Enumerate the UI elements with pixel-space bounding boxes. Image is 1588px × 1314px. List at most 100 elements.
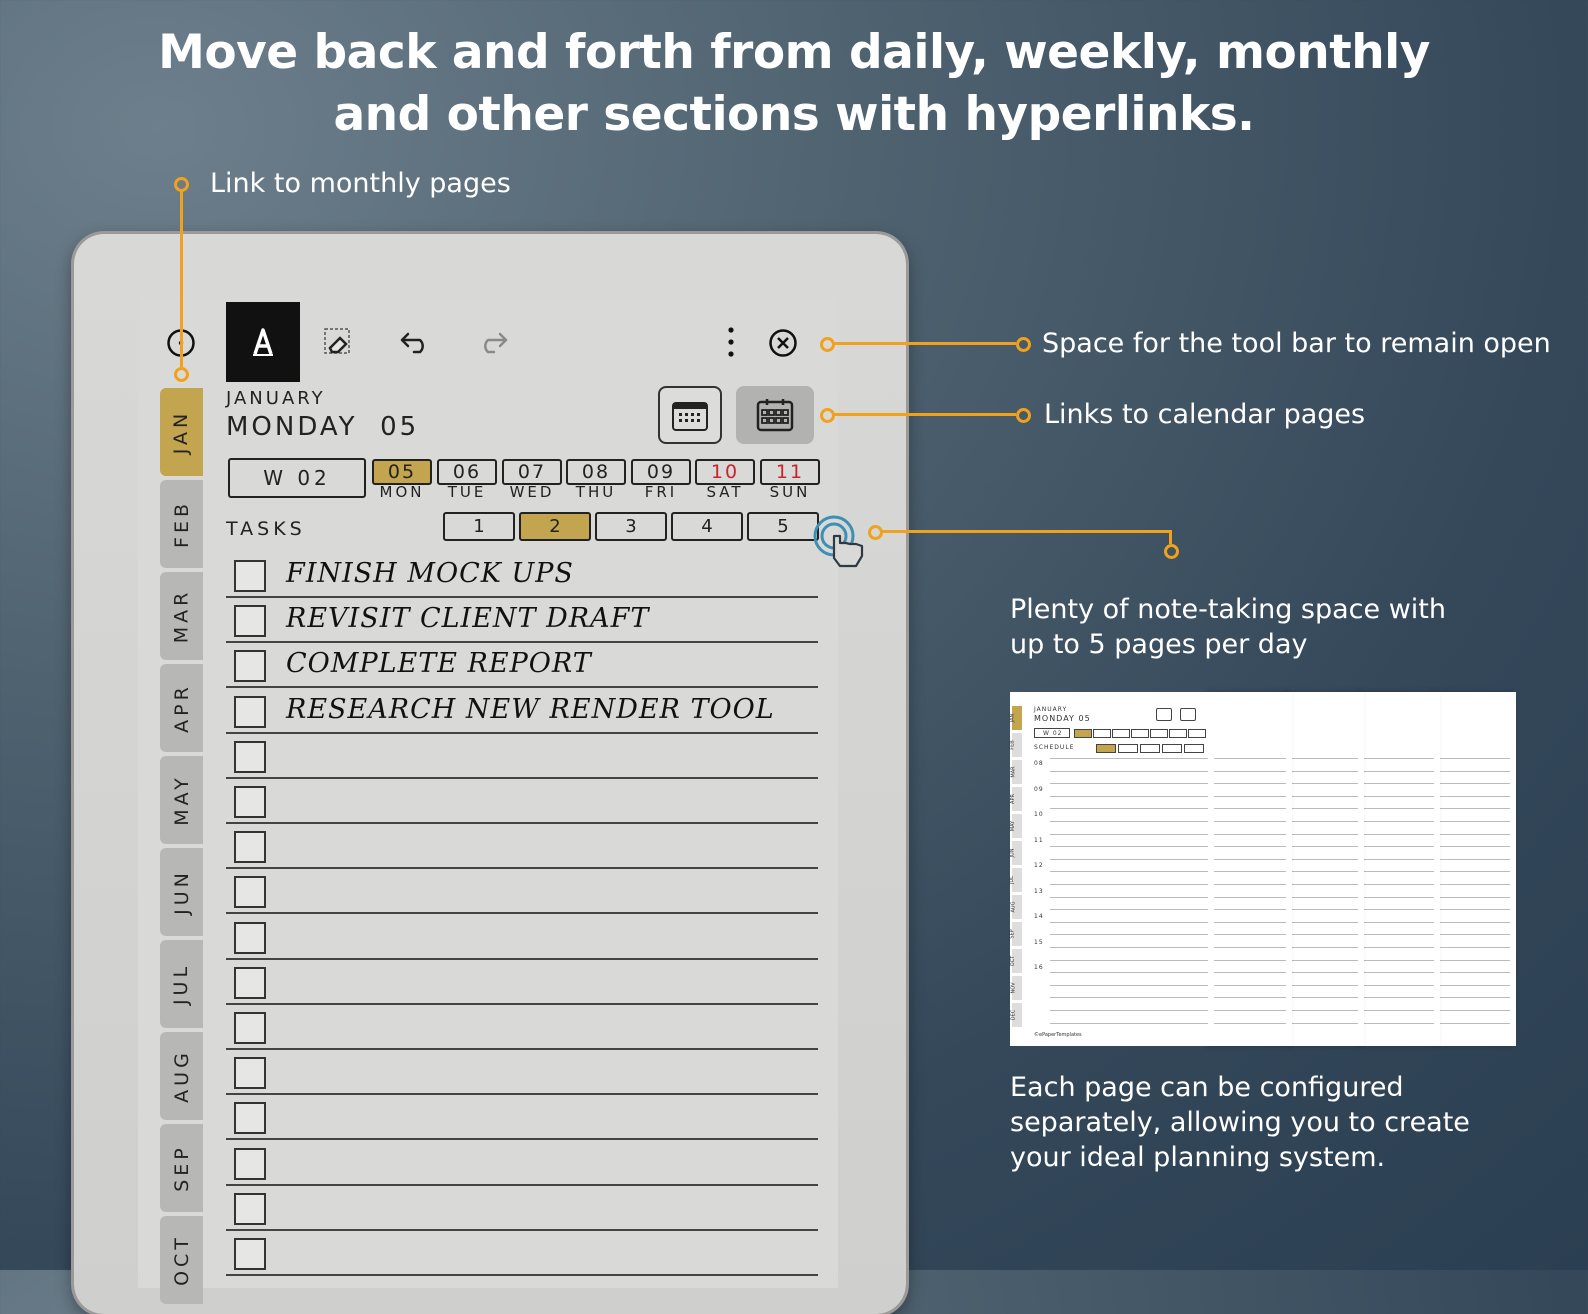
thumb-hour-label: 16: [1034, 964, 1044, 971]
day-box-07[interactable]: 07: [502, 459, 562, 485]
eraser-icon[interactable]: [322, 326, 354, 363]
task-checkbox[interactable]: [234, 966, 266, 999]
thumb-rule-line: [1050, 959, 1208, 961]
thumb-rule-line: [1364, 871, 1434, 873]
task-checkbox[interactable]: [234, 1238, 266, 1270]
month-tab-apr[interactable]: APR: [160, 664, 203, 752]
task-row[interactable]: Research new render tool: [226, 688, 818, 734]
month-tab-aug[interactable]: AUG: [160, 1032, 203, 1120]
task-row[interactable]: Complete report: [226, 642, 818, 689]
task-checkbox[interactable]: [234, 695, 266, 728]
task-row[interactable]: [226, 733, 818, 779]
month-tab-jul[interactable]: JUL: [160, 940, 203, 1028]
weekly-calendar-button[interactable]: [658, 386, 722, 444]
thumb-rule-line: [1364, 934, 1434, 936]
day-box-08[interactable]: 08: [566, 459, 626, 485]
thumb-page-1: JANUARY MONDAY 05 W 02 SCHEDULE ©ePaperT…: [1009, 692, 1214, 1046]
task-checkbox[interactable]: [234, 1057, 266, 1090]
monthly-link-end-dot: [174, 367, 189, 382]
thumb-rule-line: [1440, 972, 1510, 974]
month-tab-feb[interactable]: FEB: [160, 480, 203, 568]
redo-icon[interactable]: [476, 330, 510, 361]
task-row[interactable]: [226, 1004, 818, 1050]
month-tab-oct[interactable]: OCT: [160, 1216, 203, 1304]
task-row[interactable]: [226, 959, 818, 1005]
thumb-hour-label: 12: [1034, 862, 1044, 869]
thumb-rule-line: [1292, 770, 1358, 772]
task-row[interactable]: [226, 1140, 818, 1186]
page-box-1[interactable]: 1: [443, 512, 515, 541]
task-checkbox[interactable]: [234, 650, 266, 683]
thumb-page-3: [1288, 692, 1364, 1046]
task-checkbox[interactable]: [234, 560, 266, 592]
monthly-calendar-button[interactable]: [736, 386, 814, 444]
month-tab-sep[interactable]: SEP: [160, 1124, 203, 1212]
task-row[interactable]: [226, 1049, 818, 1096]
thumb-rule-line: [1214, 846, 1286, 848]
month-tab-mar[interactable]: MAR: [160, 572, 203, 660]
page-box-5[interactable]: 5: [747, 512, 819, 541]
thumb-rule-line: [1050, 909, 1208, 911]
task-row[interactable]: Finish mock ups: [226, 552, 818, 598]
task-row[interactable]: [226, 1094, 818, 1141]
thumb-day-box: [1150, 729, 1168, 738]
day-name-sun: SUN: [769, 483, 811, 501]
task-row[interactable]: [226, 1185, 818, 1231]
callout-toolbar-space: Space for the tool bar to remain open: [1042, 328, 1551, 359]
month-tab-may[interactable]: MAY: [160, 756, 203, 844]
task-checkbox[interactable]: [234, 1102, 266, 1135]
week-link[interactable]: W 02: [228, 458, 366, 498]
day-box-11[interactable]: 11: [760, 459, 820, 485]
task-checkbox[interactable]: [234, 605, 266, 638]
task-row[interactable]: Revisit client draft: [226, 597, 818, 644]
thumb-rule-line: [1364, 984, 1434, 986]
day-box-10[interactable]: 10: [695, 459, 755, 485]
thumb-rule-line: [1214, 808, 1286, 810]
thumb-month-tab: SEP: [1010, 922, 1022, 946]
thumb-rule-line: [1050, 846, 1208, 848]
thumb-rule-line: [1440, 959, 1510, 961]
task-row[interactable]: [226, 823, 818, 870]
headline-line-1: Move back and forth from daily, weekly, …: [158, 25, 1430, 80]
month-tab-jun[interactable]: JUN: [160, 848, 203, 936]
task-checkbox[interactable]: [234, 1012, 266, 1044]
thumb-rule-line: [1050, 997, 1208, 999]
close-icon[interactable]: [768, 328, 798, 363]
day-box-09[interactable]: 09: [631, 459, 691, 485]
task-checkbox[interactable]: [234, 1192, 266, 1225]
month-tab-jan[interactable]: JAN: [160, 388, 203, 476]
task-checkbox[interactable]: [234, 831, 266, 864]
page-box-2[interactable]: 2: [519, 512, 591, 541]
thumb-rule-line: [1214, 934, 1286, 936]
calendar-grid-icon: [756, 399, 794, 432]
callout-configure-line-2: separately, allowing you to create: [1010, 1107, 1470, 1138]
day-name-tue: TUE: [447, 483, 487, 501]
page-box-4[interactable]: 4: [671, 512, 743, 541]
thumb-rule-line: [1364, 808, 1434, 810]
undo-icon[interactable]: [398, 330, 432, 361]
thumb-rule-line: [1440, 884, 1510, 885]
task-row[interactable]: [226, 914, 818, 960]
thumb-month-tab: DEC: [1010, 1003, 1022, 1027]
thumb-rule-line: [1292, 959, 1358, 961]
page-box-3[interactable]: 3: [595, 512, 667, 541]
task-checkbox[interactable]: [234, 1147, 266, 1180]
thumb-rule-line: [1214, 821, 1286, 822]
thumb-rule-line: [1214, 984, 1286, 986]
task-checkbox[interactable]: [234, 786, 266, 818]
pen-button[interactable]: [226, 302, 300, 382]
task-row[interactable]: [226, 868, 818, 915]
callout-note-space: Plenty of note-taking space with up to 5…: [1010, 592, 1446, 662]
day-box-06[interactable]: 06: [437, 459, 497, 485]
task-row[interactable]: [226, 778, 818, 824]
thumb-page-5: [1436, 692, 1516, 1046]
thumb-page-box: [1162, 744, 1182, 753]
task-checkbox[interactable]: [234, 876, 266, 909]
task-row[interactable]: [226, 1230, 818, 1276]
thumb-rule-line: [1364, 795, 1434, 797]
more-icon[interactable]: [726, 326, 736, 363]
thumb-page-box: [1096, 744, 1116, 753]
task-checkbox[interactable]: [234, 740, 266, 773]
task-checkbox[interactable]: [234, 921, 266, 954]
day-box-05[interactable]: 05: [372, 459, 432, 485]
